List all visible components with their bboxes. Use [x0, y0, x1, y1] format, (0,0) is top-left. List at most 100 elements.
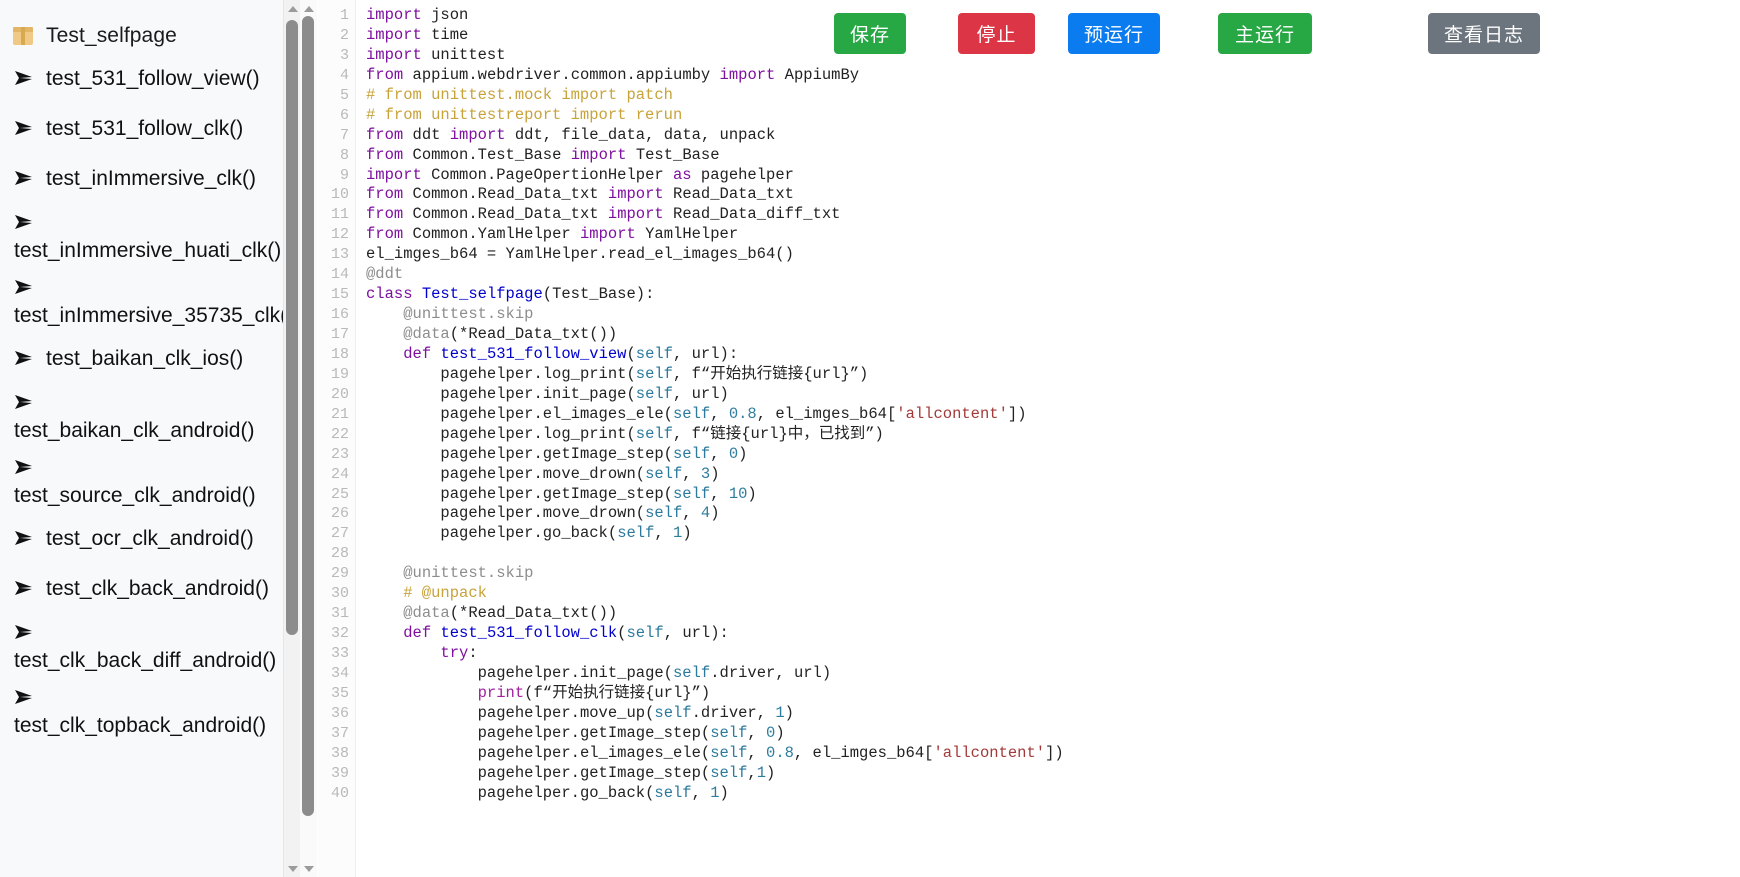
line-number: 29 [330, 565, 349, 583]
stop-button[interactable]: 停止 [958, 13, 1035, 54]
save-button[interactable]: 保存 [834, 13, 906, 54]
chevron-up-icon [303, 5, 314, 12]
scrollbar-down-arrow-button[interactable] [284, 860, 300, 877]
tree-item-test-531-follow-view[interactable]: test_531_follow_view() [0, 54, 300, 104]
sidebar-scrollbar-thumb[interactable] [286, 20, 298, 635]
line-number: 3 [339, 46, 349, 64]
line-number: 36 [330, 704, 349, 722]
code-line: pagehelper.move_drown(self, 4) [440, 504, 720, 523]
test-tree-sidebar: Test_selfpage test_531_follow_view() tes… [0, 0, 300, 877]
line-number: 32 [330, 625, 349, 643]
run-arrow-icon [14, 393, 36, 417]
tree-item-label: test_inImmersive_35735_clk() [14, 303, 295, 327]
line-number: 10 [330, 186, 349, 204]
chevron-down-icon [303, 865, 314, 872]
tree-item-label: test_source_clk_android() [14, 483, 256, 507]
line-number: 18 [330, 345, 349, 363]
run-arrow-icon [14, 688, 36, 712]
code-line: print(f“开始执行链接{url}”) [477, 683, 711, 702]
scrollbar-up-arrow-button[interactable] [284, 0, 300, 17]
line-number: 30 [330, 585, 349, 603]
tree-item-label: test_clk_topback_android() [14, 713, 267, 737]
tree-item-label: test_clk_back_android() [46, 577, 269, 600]
line-number: 24 [330, 465, 349, 483]
run-arrow-icon [14, 458, 36, 482]
line-number: 20 [330, 385, 349, 403]
code-line: @unittest.skip [403, 564, 534, 583]
code-line: pagehelper.init_page(self.driver, url) [477, 663, 832, 682]
tree-item-label: test_inImmersive_clk() [46, 167, 257, 190]
line-number: 1 [339, 7, 349, 24]
line-number: 9 [339, 166, 349, 184]
sidebar-scrollbar[interactable] [283, 0, 300, 877]
tree-item-test-clk-back-android[interactable]: test_clk_back_android() [0, 564, 300, 614]
code-editor-panel: 1 2 3 4 5 6 7 8 9 10 11 12 13 14 15 16 17 18 19 20 21 22 23 24 2… [300, 0, 1740, 877]
tree-item-test-baikan-clk-android[interactable]: test_baikan_clk_android() [0, 384, 300, 449]
tree-root-node[interactable]: Test_selfpage [0, 18, 300, 54]
tree-item-test-clk-topback-android[interactable]: test_clk_topback_android() [0, 679, 300, 744]
line-number: 38 [330, 744, 349, 762]
code-line: pagehelper.getImage_step(self, 0) [440, 444, 748, 463]
line-number: 16 [330, 306, 349, 324]
code-text[interactable]: import json import time import unittest fro… [356, 0, 1740, 877]
tree-item-test-source-clk-android[interactable]: test_source_clk_android() [0, 449, 300, 514]
tree-item-test-inimmersive-huati-clk[interactable]: test_inImmersive_huati_clk() [0, 204, 300, 269]
code-line: from Common.Test_Base import Test_Base [366, 145, 720, 164]
run-arrow-icon [14, 69, 36, 93]
package-icon [12, 25, 34, 47]
line-number: 8 [339, 146, 349, 164]
editor-scrollbar-thumb[interactable] [302, 16, 314, 816]
tree-item-test-baikan-clk-ios[interactable]: test_baikan_clk_ios() [0, 334, 300, 384]
line-number: 39 [330, 764, 349, 782]
tree-item-test-inimmersive-35735-clk[interactable]: test_inImmersive_35735_clk() [0, 269, 300, 334]
run-arrow-icon [14, 579, 36, 603]
line-number: 25 [330, 485, 349, 503]
main-run-button[interactable]: 主运行 [1218, 13, 1312, 54]
chevron-up-icon [287, 5, 298, 12]
line-number: 35 [330, 684, 349, 702]
ide-window: Test_selfpage test_531_follow_view() tes… [0, 0, 1740, 877]
code-line: from ddt import ddt, file_data, data, un… [366, 125, 776, 144]
code-line: def test_531_follow_view(self, url): [403, 344, 739, 363]
line-number: 14 [330, 266, 349, 284]
code-line: from Common.YamlHelper import YamlHelper [366, 225, 739, 244]
tree-item-label: test_531_follow_clk() [46, 117, 244, 140]
code-line: pagehelper.log_print(self, f“开始执行链接{url}… [440, 364, 869, 383]
code-line: # from unittest.mock import patch [366, 85, 673, 104]
line-number: 13 [330, 246, 349, 264]
tree-item-label: test_ocr_clk_android() [46, 527, 254, 550]
line-number: 23 [330, 445, 349, 463]
code-line: el_imges_b64 = YamlHelper.read_el_images… [366, 245, 794, 264]
tree-item-test-531-follow-clk[interactable]: test_531_follow_clk() [0, 104, 300, 154]
code-line: class Test_selfpage(Test_Base): [366, 285, 655, 304]
line-number: 37 [330, 724, 349, 742]
pre-run-button[interactable]: 预运行 [1068, 13, 1160, 54]
code-line: pagehelper.getImage_step(self, 10) [440, 484, 757, 503]
tree-item-test-inimmersive-clk[interactable]: test_inImmersive_clk() [0, 154, 300, 204]
code-line: @unittest.skip [403, 305, 534, 324]
line-number: 21 [330, 405, 349, 423]
run-arrow-icon [14, 213, 36, 237]
editor-scrollbar-up-arrow-button[interactable] [300, 0, 317, 17]
code-area[interactable]: 1 2 3 4 5 6 7 8 9 10 11 12 13 14 15 16 17 18 19 20 21 22 23 24 2… [318, 0, 1740, 877]
code-line: pagehelper.getImage_step(self, 0) [477, 723, 785, 742]
code-line: pagehelper.init_page(self, url) [440, 384, 729, 403]
tree-item-label: test_baikan_clk_android() [14, 418, 255, 442]
code-line: from Common.Read_Data_txt import Read_Da… [366, 205, 841, 224]
code-line: try: [440, 644, 478, 662]
run-arrow-icon [14, 169, 36, 193]
tree-item-test-ocr-clk-android[interactable]: test_ocr_clk_android() [0, 514, 300, 564]
code-line: pagehelper.el_images_ele(self, 0.8, el_i… [440, 404, 1027, 423]
editor-scrollbar[interactable] [300, 0, 317, 877]
line-number: 26 [330, 505, 349, 523]
line-number: 31 [330, 605, 349, 623]
tree-item-test-clk-back-diff-android[interactable]: test_clk_back_diff_android() [0, 614, 300, 679]
editor-scrollbar-down-arrow-button[interactable] [300, 860, 317, 877]
view-log-button[interactable]: 查看日志 [1428, 13, 1540, 54]
tree-item-label: test_baikan_clk_ios() [46, 347, 244, 370]
line-number: 27 [330, 525, 349, 543]
run-arrow-icon [14, 623, 36, 647]
line-number: 17 [330, 326, 349, 343]
run-arrow-icon [14, 278, 36, 302]
